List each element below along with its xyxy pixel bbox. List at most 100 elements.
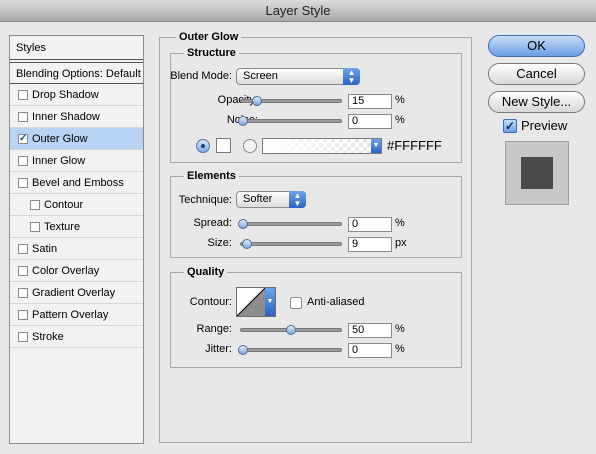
style-item-checkbox[interactable] — [18, 332, 28, 342]
preview-checkbox[interactable]: ✓ — [503, 119, 517, 133]
anti-aliased-checkbox[interactable] — [290, 297, 302, 309]
style-item-drop-shadow[interactable]: Drop Shadow — [10, 84, 143, 106]
ok-button[interactable]: OK — [488, 35, 585, 57]
size-unit: px — [395, 237, 407, 249]
noise-unit: % — [395, 114, 405, 126]
noise-field[interactable]: 0 — [348, 114, 392, 129]
spread-unit: % — [395, 217, 405, 229]
jitter-unit: % — [395, 343, 405, 355]
style-item-color-overlay[interactable]: Color Overlay — [10, 260, 143, 282]
blend-mode-value: Screen — [243, 70, 278, 82]
style-item-label: Texture — [44, 221, 81, 233]
style-item-checkbox[interactable] — [18, 266, 28, 276]
popup-arrow-icon: ▲ ▼ — [289, 191, 306, 208]
anti-aliased-label: Anti-aliased — [307, 296, 365, 308]
style-item-checkbox[interactable] — [18, 112, 28, 122]
style-item-label: Color Overlay — [32, 265, 100, 277]
window-title: Layer Style — [0, 0, 596, 22]
styles-header[interactable]: Styles — [10, 36, 143, 60]
size-slider-track[interactable] — [240, 242, 342, 246]
spread-field[interactable]: 0 — [348, 217, 392, 232]
style-item-checkbox[interactable] — [30, 200, 40, 210]
contour-arrow-icon: ▼ — [265, 288, 275, 316]
elements-title: Elements — [184, 170, 239, 182]
style-item-label: Satin — [32, 243, 58, 255]
quality-title: Quality — [184, 266, 228, 278]
spread-slider-track[interactable] — [240, 222, 342, 226]
gradient-arrow-icon: ▼ — [371, 139, 381, 153]
size-label: Size: — [207, 237, 232, 249]
size-slider-thumb[interactable] — [241, 239, 252, 249]
radio-icon — [201, 144, 205, 148]
style-item-checkbox[interactable] — [18, 244, 28, 254]
cancel-button[interactable]: Cancel — [488, 63, 585, 85]
style-item-stroke[interactable]: Stroke — [10, 326, 143, 348]
preview-label: Preview — [521, 118, 568, 133]
contour-curve-icon — [237, 288, 265, 316]
noise-slider-track[interactable] — [240, 119, 342, 123]
style-item-label: Inner Glow — [32, 155, 86, 167]
check-icon: ✓ — [19, 133, 28, 144]
range-label: Range: — [196, 323, 232, 335]
blend-mode-label: Blend Mode: — [170, 70, 232, 82]
blending-options-item[interactable]: Blending Options: Default — [10, 62, 143, 84]
gradient-icon — [263, 139, 371, 153]
layer-style-dialog: Layer Style Styles Blending Options: Def… — [0, 0, 596, 454]
outer-glow-title: Outer Glow — [176, 31, 242, 43]
opacity-unit: % — [395, 94, 405, 106]
style-item-checkbox[interactable] — [30, 222, 40, 232]
style-item-label: Drop Shadow — [32, 89, 99, 101]
popup-arrow-icon: ▲ ▼ — [343, 68, 360, 85]
style-item-inner-shadow[interactable]: Inner Shadow — [10, 106, 143, 128]
style-item-checkbox[interactable] — [18, 90, 28, 100]
style-item-label: Inner Shadow — [32, 111, 100, 123]
style-item-checkbox[interactable] — [18, 156, 28, 166]
range-field[interactable]: 50 — [348, 323, 392, 338]
style-item-satin[interactable]: Satin — [10, 238, 143, 260]
color-swatch-icon[interactable] — [216, 138, 231, 153]
style-item-checkbox[interactable] — [18, 178, 28, 188]
preview-thumbnail — [505, 141, 569, 205]
style-item-checkbox[interactable]: ✓ — [18, 134, 28, 144]
color-radio[interactable] — [196, 139, 210, 153]
range-slider-thumb[interactable] — [286, 325, 296, 335]
jitter-slider-thumb[interactable] — [238, 345, 248, 355]
style-item-texture[interactable]: Texture — [10, 216, 143, 238]
technique-label: Technique: — [178, 194, 232, 206]
style-item-bevel-and-emboss[interactable]: Bevel and Emboss — [10, 172, 143, 194]
style-item-label: Contour — [44, 199, 84, 211]
blend-mode-select[interactable]: Screen ▲ ▼ — [236, 68, 360, 85]
style-item-label: Pattern Overlay — [32, 309, 109, 321]
contour-label: Contour: — [189, 296, 232, 308]
style-item-gradient-overlay[interactable]: Gradient Overlay — [10, 282, 143, 304]
technique-select[interactable]: Softer ▲ ▼ — [236, 191, 306, 208]
color-hex-label: #FFFFFF — [387, 138, 442, 153]
preview-swatch — [521, 157, 553, 189]
opacity-field[interactable]: 15 — [348, 94, 392, 109]
spread-slider-thumb[interactable] — [238, 219, 248, 229]
gradient-radio[interactable] — [243, 139, 257, 153]
jitter-field[interactable]: 0 — [348, 343, 392, 358]
jitter-label: Jitter: — [205, 343, 232, 355]
style-item-checkbox[interactable] — [18, 310, 28, 320]
range-unit: % — [395, 323, 405, 335]
contour-picker[interactable]: ▼ — [236, 287, 276, 317]
style-item-label: Gradient Overlay — [32, 287, 116, 299]
gradient-picker[interactable]: ▼ — [262, 138, 382, 154]
style-item-label: Bevel and Emboss — [32, 177, 124, 189]
style-item-inner-glow[interactable]: Inner Glow — [10, 150, 143, 172]
technique-value: Softer — [243, 193, 273, 205]
spread-label: Spread: — [193, 217, 232, 229]
style-item-pattern-overlay[interactable]: Pattern Overlay — [10, 304, 143, 326]
style-list: Styles Blending Options: Default Drop Sh… — [9, 35, 144, 444]
style-item-checkbox[interactable] — [18, 288, 28, 298]
jitter-slider-track[interactable] — [240, 348, 342, 352]
style-item-contour[interactable]: Contour — [10, 194, 143, 216]
size-field[interactable]: 9 — [348, 237, 392, 252]
new-style-button[interactable]: New Style... — [488, 91, 585, 113]
style-item-outer-glow[interactable]: ✓ Outer Glow — [10, 128, 143, 150]
style-item-label: Stroke — [32, 331, 64, 343]
noise-slider-thumb[interactable] — [238, 116, 248, 126]
structure-title: Structure — [184, 47, 239, 59]
style-item-label: Outer Glow — [32, 133, 88, 145]
